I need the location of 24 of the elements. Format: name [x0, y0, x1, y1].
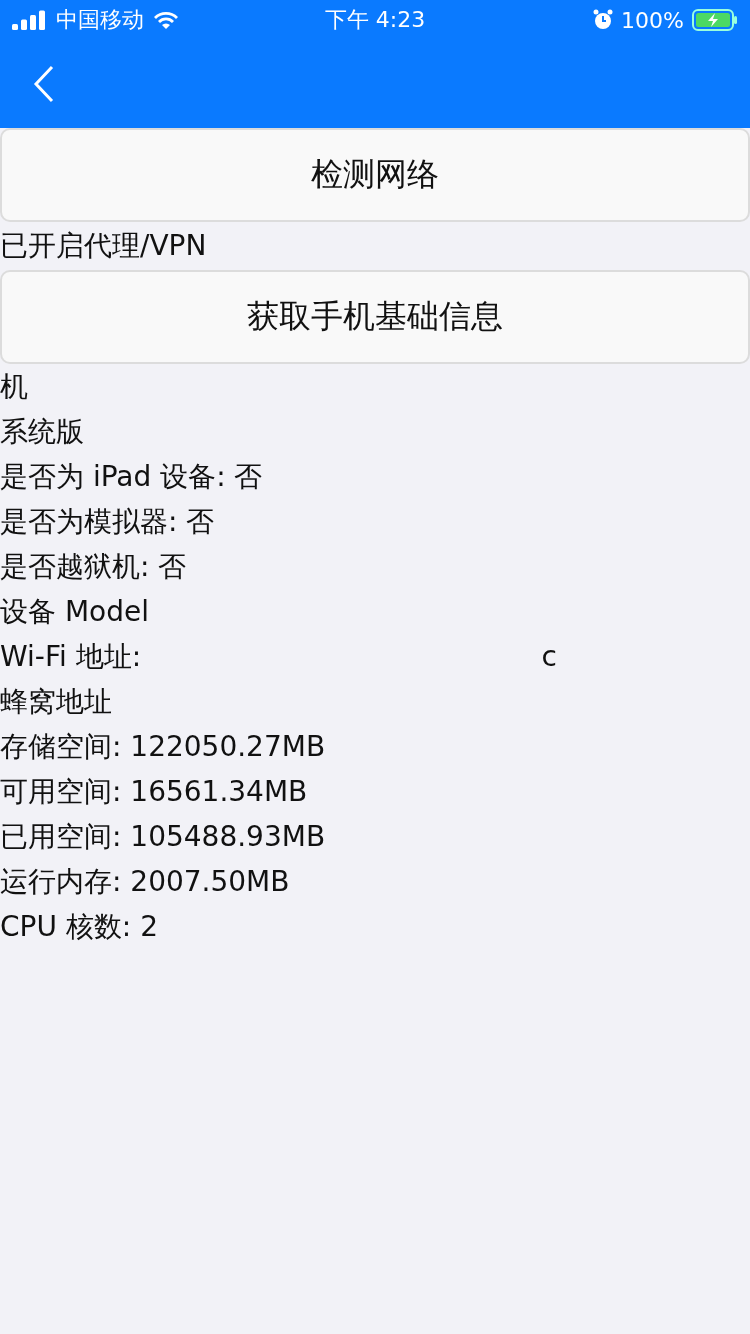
network-status: 已开启代理/VPN — [0, 228, 208, 264]
info-text: CPU 核数: 2 — [0, 909, 158, 945]
info-text: 蜂窝地址 — [0, 684, 112, 720]
wifi-icon — [152, 10, 180, 30]
info-text: 已用空间: 105488.93MB — [0, 819, 326, 855]
info-text: 机 — [0, 369, 28, 405]
battery-percent: 100% — [621, 7, 684, 33]
info-text: 可用空间: 16561.34MB — [0, 774, 308, 810]
battery-icon — [692, 9, 738, 31]
info-text: 存储空间: 122050.27MB — [0, 729, 326, 765]
info-text: 设备 Model — [0, 594, 149, 630]
info-text: Wi-Fi 地址: — [0, 639, 142, 675]
info-text: 是否为 iPad 设备: 否 — [0, 459, 263, 495]
signal-icon — [12, 10, 48, 30]
info-text: 是否越狱机: 否 — [0, 549, 187, 585]
info-text: 系统版 — [0, 414, 84, 450]
info-text: 是否为模拟器: 否 — [0, 504, 215, 540]
status-time: 下午 4:23 — [324, 6, 426, 34]
info-text: 运行内存: 2007.50MB — [0, 864, 290, 900]
get-device-info-button[interactable]: 获取手机基础信息 — [0, 270, 750, 364]
carrier-name: 中国移动 — [56, 6, 144, 34]
info-text: c — [541, 639, 557, 675]
alarm-clock-icon — [593, 9, 614, 31]
check-network-button[interactable]: 检测网络 — [0, 128, 750, 222]
